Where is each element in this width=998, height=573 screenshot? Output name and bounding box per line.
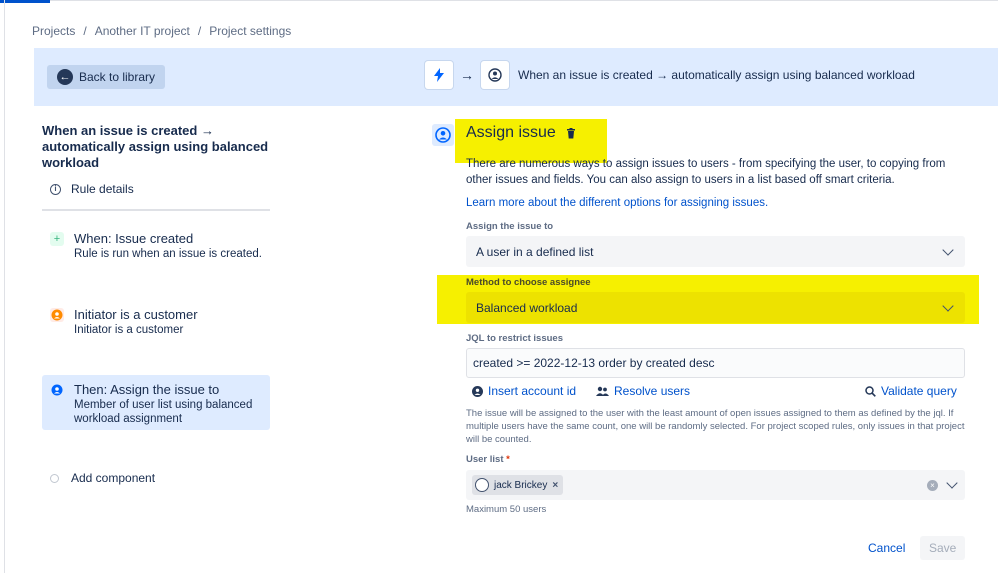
breadcrumb-settings[interactable]: Project settings (209, 24, 291, 38)
user-list-picker[interactable]: jack Brickey × × (466, 470, 965, 500)
rule-title: When an issue is created → automatically… (42, 123, 269, 170)
breadcrumb-projects[interactable]: Projects (32, 24, 75, 38)
chevron-down-icon (942, 243, 954, 256)
max-users-hint: Maximum 50 users (466, 504, 547, 515)
assign-select-value: A user in a defined list (476, 244, 594, 259)
back-to-library-button[interactable]: ← Back to library (47, 65, 166, 89)
component-subtitle: Rule is run when an issue is created. (74, 248, 262, 260)
component-subtitle: Member of user list using balanced workl… (74, 399, 253, 425)
breadcrumb-project[interactable]: Another IT project (95, 24, 190, 38)
arrow-right-icon: → (460, 67, 474, 83)
component-title: When: Issue created (74, 231, 194, 246)
remove-user-icon[interactable]: × (552, 480, 558, 491)
trigger-box (425, 61, 453, 89)
add-component-button[interactable]: Add component (50, 471, 155, 485)
method-select[interactable]: Balanced workload (466, 292, 965, 323)
clear-icon[interactable]: × (927, 479, 938, 491)
rule-details-link[interactable]: i Rule details (50, 182, 134, 196)
rule-flow: → When an issue is created → automatical… (425, 61, 915, 89)
top-bar (0, 0, 998, 4)
component-condition[interactable]: Initiator is a customer Initiator is a c… (42, 300, 270, 343)
user-icon (50, 383, 64, 397)
info-icon: i (50, 183, 61, 195)
component-subtitle: Initiator is a customer (74, 324, 184, 336)
jql-label: JQL to restrict issues (466, 333, 563, 344)
add-component-label: Add component (71, 471, 156, 485)
rule-banner: ← Back to library → When an issue is cre… (34, 48, 998, 106)
component-action[interactable]: Then: Assign the issue to Member of user… (42, 375, 270, 430)
jql-input[interactable]: created >= 2022-12-13 order by created d… (466, 348, 965, 378)
search-icon (865, 385, 876, 397)
rule-details-label: Rule details (71, 182, 134, 196)
chevron-down-icon[interactable] (946, 477, 958, 489)
rule-flow-text: When an issue is created → automatically… (518, 68, 915, 82)
arrow-left-icon: ← (57, 69, 73, 85)
validate-query-button[interactable]: Validate query (865, 384, 957, 398)
user-circle-icon (488, 68, 502, 82)
breadcrumb: Projects / Another IT project / Project … (32, 24, 291, 38)
person-icon (472, 385, 483, 397)
circle-icon (50, 473, 59, 483)
plus-icon: + (50, 232, 64, 246)
sidebar-divider (42, 209, 270, 211)
breadcrumb-separator: / (197, 24, 202, 38)
panel-title-text: Assign issue (466, 124, 556, 141)
breadcrumb-separator: / (83, 24, 87, 38)
jql-input-value: created >= 2022-12-13 order by created d… (473, 356, 715, 370)
component-title: Then: Assign the issue to (74, 382, 220, 397)
component-title: Initiator is a customer (74, 307, 198, 322)
action-box (481, 61, 509, 89)
required-marker: * (506, 454, 510, 465)
trash-icon[interactable] (566, 127, 576, 139)
left-border (4, 0, 5, 573)
people-icon (596, 386, 609, 396)
chevron-down-icon (942, 299, 954, 312)
assign-user-icon (432, 124, 454, 146)
resolve-users-label: Resolve users (614, 384, 691, 398)
condition-icon (50, 308, 64, 322)
avatar (475, 478, 489, 492)
assign-label: Assign the issue to (466, 221, 554, 232)
lightning-icon (434, 68, 444, 82)
panel-description: There are numerous ways to assign issues… (466, 158, 946, 186)
panel-title: Assign issue (466, 124, 576, 142)
user-list-label-text: User list (466, 454, 504, 465)
user-chip-name: jack Brickey (494, 479, 548, 491)
method-select-value: Balanced workload (476, 300, 578, 315)
method-label: Method to choose assignee (466, 277, 591, 288)
user-list-label: User list * (466, 454, 510, 465)
resolve-users-button[interactable]: Resolve users (596, 384, 690, 398)
back-button-label: Back to library (79, 70, 156, 84)
active-tab-indicator (0, 0, 50, 3)
save-button[interactable]: Save (920, 536, 966, 560)
jql-help-text: The issue will be assigned to the user w… (466, 408, 965, 445)
validate-query-label: Validate query (881, 384, 957, 398)
cancel-button[interactable]: Cancel (862, 536, 911, 560)
user-list-controls: × (927, 477, 959, 491)
component-trigger[interactable]: + When: Issue created Rule is run when a… (42, 224, 270, 267)
user-chip[interactable]: jack Brickey × (472, 475, 564, 495)
insert-account-id-button[interactable]: Insert account id (472, 384, 576, 398)
assign-select[interactable]: A user in a defined list (466, 236, 965, 267)
learn-more-link[interactable]: Learn more about the different options f… (466, 197, 768, 209)
insert-account-id-label: Insert account id (488, 384, 577, 398)
